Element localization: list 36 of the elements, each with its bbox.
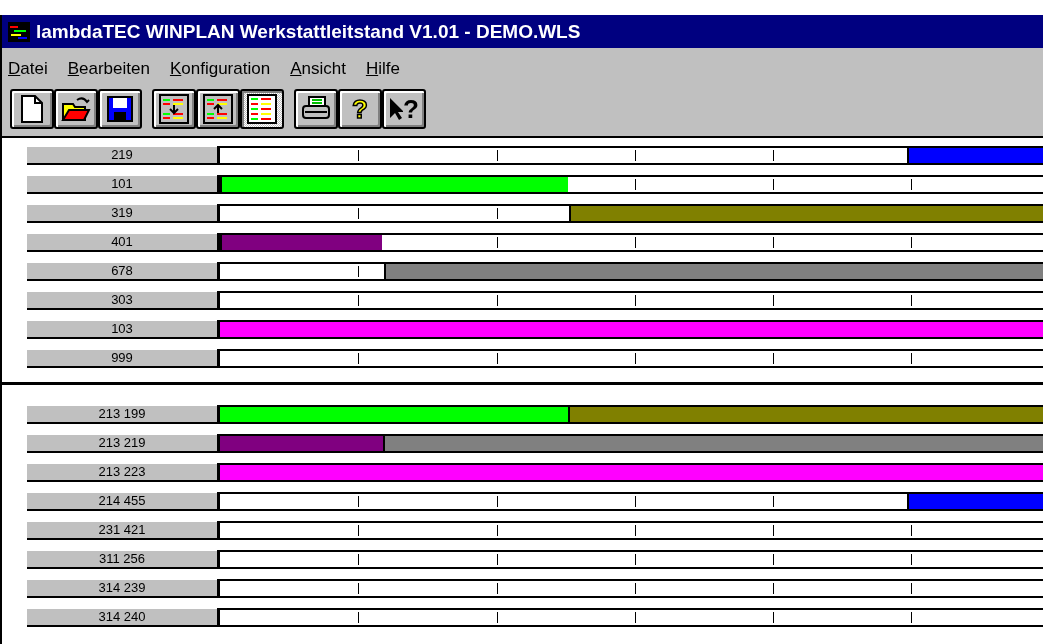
new-document-icon bbox=[21, 95, 43, 123]
menu-item[interactable]: Hilfe bbox=[365, 59, 400, 79]
row-label[interactable]: 103 bbox=[27, 320, 217, 339]
chart-grid-icon bbox=[247, 94, 277, 124]
app-icon bbox=[8, 21, 30, 42]
row-label[interactable]: 314 239 bbox=[27, 579, 217, 598]
window-title: lambdaTEC WINPLAN Werkstattleitstand V1.01 - DEMO.WLS bbox=[36, 20, 581, 43]
expand-button[interactable] bbox=[152, 89, 196, 129]
pointer-icon bbox=[389, 97, 404, 121]
collapse-button[interactable] bbox=[196, 89, 240, 129]
menu-item[interactable]: Konfiguration bbox=[169, 59, 271, 79]
row-label[interactable]: 231 421 bbox=[27, 521, 217, 540]
row-label[interactable]: 303 bbox=[27, 291, 217, 310]
plan-view-button[interactable] bbox=[240, 89, 284, 129]
menu-item[interactable]: Bearbeiten bbox=[67, 59, 150, 79]
menu-item[interactable]: Ansicht bbox=[290, 59, 346, 79]
row-label[interactable]: 314 240 bbox=[27, 608, 217, 627]
row-label[interactable]: 401 bbox=[27, 233, 217, 252]
printer-icon bbox=[301, 96, 331, 122]
row-label[interactable]: 213 219 bbox=[27, 434, 217, 453]
context-help-button[interactable]: ? bbox=[382, 89, 426, 129]
menu-item[interactable]: Datei bbox=[8, 59, 48, 79]
row-label[interactable]: 678 bbox=[27, 262, 217, 281]
new-button[interactable] bbox=[10, 89, 54, 129]
row-label[interactable]: 319 bbox=[27, 204, 217, 223]
row-label[interactable]: 311 256 bbox=[27, 550, 217, 569]
row-label[interactable]: 999 bbox=[27, 349, 217, 368]
row-label[interactable]: 214 455 bbox=[27, 492, 217, 511]
save-button[interactable] bbox=[98, 89, 142, 129]
open-folder-icon bbox=[61, 96, 91, 122]
row-label[interactable]: 213 199 bbox=[27, 405, 217, 424]
row-label[interactable]: 219 bbox=[27, 146, 217, 165]
row-label[interactable]: 101 bbox=[27, 175, 217, 194]
print-button[interactable] bbox=[294, 89, 338, 129]
open-button[interactable] bbox=[54, 89, 98, 129]
row-label[interactable]: 213 223 bbox=[27, 463, 217, 482]
